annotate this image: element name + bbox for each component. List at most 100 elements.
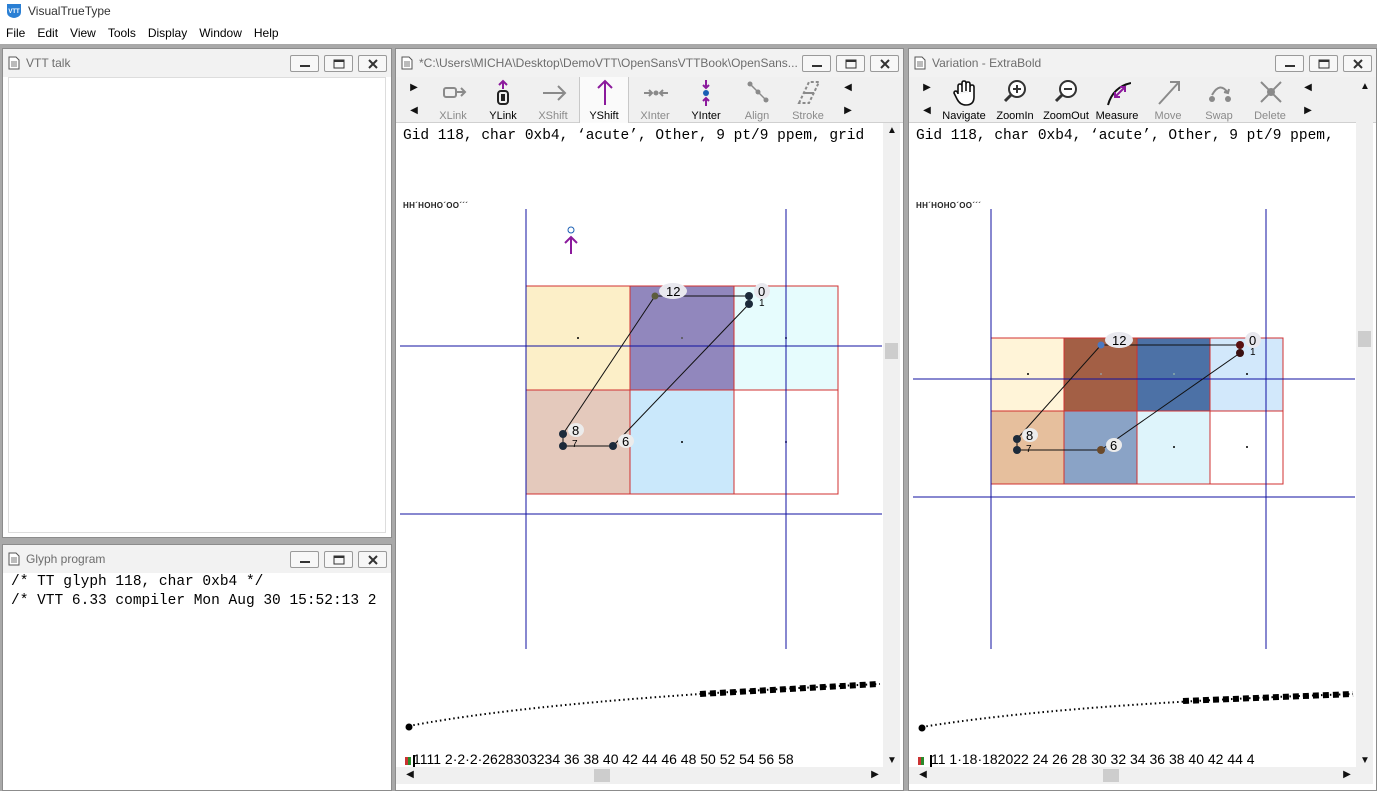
window-title: *C:\Users\MICHA\Desktop\DemoVTT\OpenSans… [419,56,797,70]
toolbar-scroll-left-icon[interactable]: ◀ [408,105,420,117]
tool-zoomin[interactable]: ZoomIn [990,77,1040,123]
measure-icon [1107,82,1131,106]
tool-label: XShift [538,110,568,122]
tool-label: XLink [439,110,467,122]
yshift-icon [597,79,613,105]
toolbar-scroll-right-icon[interactable]: ▶ [921,82,933,94]
point-label: 0 [758,284,765,299]
menu-view[interactable]: View [64,22,102,44]
toolbar-scroll-right-icon[interactable]: ▶ [1302,105,1314,117]
tool-label: Stroke [792,110,824,122]
ruler-labels: 11 1·18·182022 24 26 28 30 32 34 36 38 4… [931,751,1255,767]
vertical-scrollbar[interactable]: ▲ ▼ [883,123,900,773]
toolbar-scroll-left-icon[interactable]: ◀ [921,105,933,117]
tool-label: YInter [691,110,721,122]
tool-yinter[interactable]: YInter [681,77,731,123]
point-label: 8 [572,423,579,438]
maximize-button[interactable] [836,54,865,72]
variation-drawing: 12 0 1 8 7 6 [913,209,1355,732]
tool-label: YLink [489,110,517,122]
menu-file[interactable]: File [0,22,31,44]
scroll-right-icon[interactable]: ▶ [869,769,881,781]
tool-delete[interactable]: Delete [1245,77,1295,123]
vtt-logo-icon: VTT [7,4,21,18]
close-button[interactable] [870,54,899,72]
tool-xshift[interactable]: XShift [528,77,578,123]
zoom-out-icon [1054,80,1077,103]
vertical-scrollbar[interactable]: ▲ ▼ [1356,77,1373,773]
tool-label: YShift [589,110,619,122]
menu-window[interactable]: Window [193,22,248,44]
scroll-left-icon[interactable]: ◀ [404,769,416,781]
menu-help[interactable]: Help [248,22,285,44]
glyph-program-editor[interactable]: /* TT glyph 118, char 0xb4 */ /* VTT 6.3… [3,573,391,790]
minimize-button[interactable] [290,54,319,72]
window-title: Glyph program [26,552,106,566]
scroll-left-icon[interactable]: ◀ [917,769,929,781]
maximize-button[interactable] [324,54,353,72]
tool-xinter[interactable]: XInter [630,77,680,123]
toolbar-scroll-right-icon[interactable]: ▶ [842,105,854,117]
app-title: VisualTrueType [28,4,111,18]
close-icon [359,56,386,71]
tool-xlink[interactable]: XLink [428,77,478,123]
horizontal-scrollbar[interactable]: ◀ ▶ [909,767,1373,784]
yshift-cursor [564,226,578,254]
menu-edit[interactable]: Edit [31,22,64,44]
toolbar-scroll-right-icon[interactable]: ▶ [408,82,420,94]
tool-yshift[interactable]: YShift [579,77,629,123]
vtt-talk-titlebar[interactable]: VTT talk [3,49,391,77]
main-glyph-titlebar[interactable]: *C:\Users\MICHA\Desktop\DemoVTT\OpenSans… [396,49,903,77]
menu-tools[interactable]: Tools [102,22,142,44]
talk-text-area[interactable] [8,77,386,533]
toolbar-scroll-left-icon[interactable]: ◀ [842,82,854,94]
tool-ylink[interactable]: YLink [478,77,528,123]
document-icon [401,56,413,70]
horizontal-scrollbar[interactable]: ◀ ▶ [396,767,900,784]
document-icon [8,552,20,566]
tool-label: Measure [1095,110,1139,122]
minimize-button[interactable] [290,550,319,568]
close-button[interactable] [358,54,387,72]
scroll-thumb[interactable] [1103,769,1119,782]
point-label: 0 [1249,333,1256,348]
menu-display[interactable]: Display [142,22,193,44]
tool-zoomout[interactable]: ZoomOut [1041,77,1091,123]
point-label: 1 [1250,347,1256,358]
scroll-up-icon[interactable]: ▲ [1359,81,1371,93]
scroll-thumb[interactable] [885,343,898,359]
tool-align[interactable]: Align [732,77,782,123]
variation-canvas[interactable]: HH´HOHO´OO´´´ 12 0 1 8 7 6 [913,149,1355,749]
scroll-down-icon[interactable]: ▼ [1359,755,1371,767]
glyph-program-titlebar[interactable]: Glyph program [3,545,391,573]
glyph-program-window: Glyph program /* TT glyph 118, char 0xb4… [2,544,392,791]
minimize-button[interactable] [802,54,831,72]
close-button[interactable] [1343,54,1372,72]
variation-titlebar[interactable]: Variation - ExtraBold [909,49,1376,77]
align-icon [747,81,769,103]
scroll-up-icon[interactable]: ▲ [886,125,898,137]
minimize-button[interactable] [1275,54,1304,72]
pixel-grid [525,285,839,495]
scroll-down-icon[interactable]: ▼ [886,755,898,767]
scroll-thumb[interactable] [1358,331,1371,347]
tool-move[interactable]: Move [1143,77,1193,123]
menubar: File Edit View Tools Display Window Help [0,22,1377,44]
swap-icon [1209,86,1231,102]
maximize-button[interactable] [324,550,353,568]
tool-swap[interactable]: Swap [1194,77,1244,123]
scroll-thumb[interactable] [594,769,610,782]
variation-toolbar: ▶ ◀ ◀ ▶ Navigate ZoomIn ZoomOut Measure … [909,77,1376,123]
glyph-canvas[interactable]: HH´HOHO´OO´´´ 12 0 1 8 7 6 [400,149,882,749]
pixel-grid [990,337,1284,485]
tool-label: ZoomOut [1043,110,1089,122]
close-button[interactable] [358,550,387,568]
scroll-right-icon[interactable]: ▶ [1341,769,1353,781]
toolbar-scroll-left-icon[interactable]: ◀ [1302,82,1314,94]
tool-label: ZoomIn [996,110,1034,122]
tool-stroke[interactable]: Stroke [783,77,833,123]
maximize-button[interactable] [1309,54,1338,72]
main-toolbar: ▶ ◀ ◀ ▶ XLink YLink XShift YShift XInter… [396,77,903,123]
tool-navigate[interactable]: Navigate [939,77,989,123]
tool-measure[interactable]: Measure [1092,77,1142,123]
